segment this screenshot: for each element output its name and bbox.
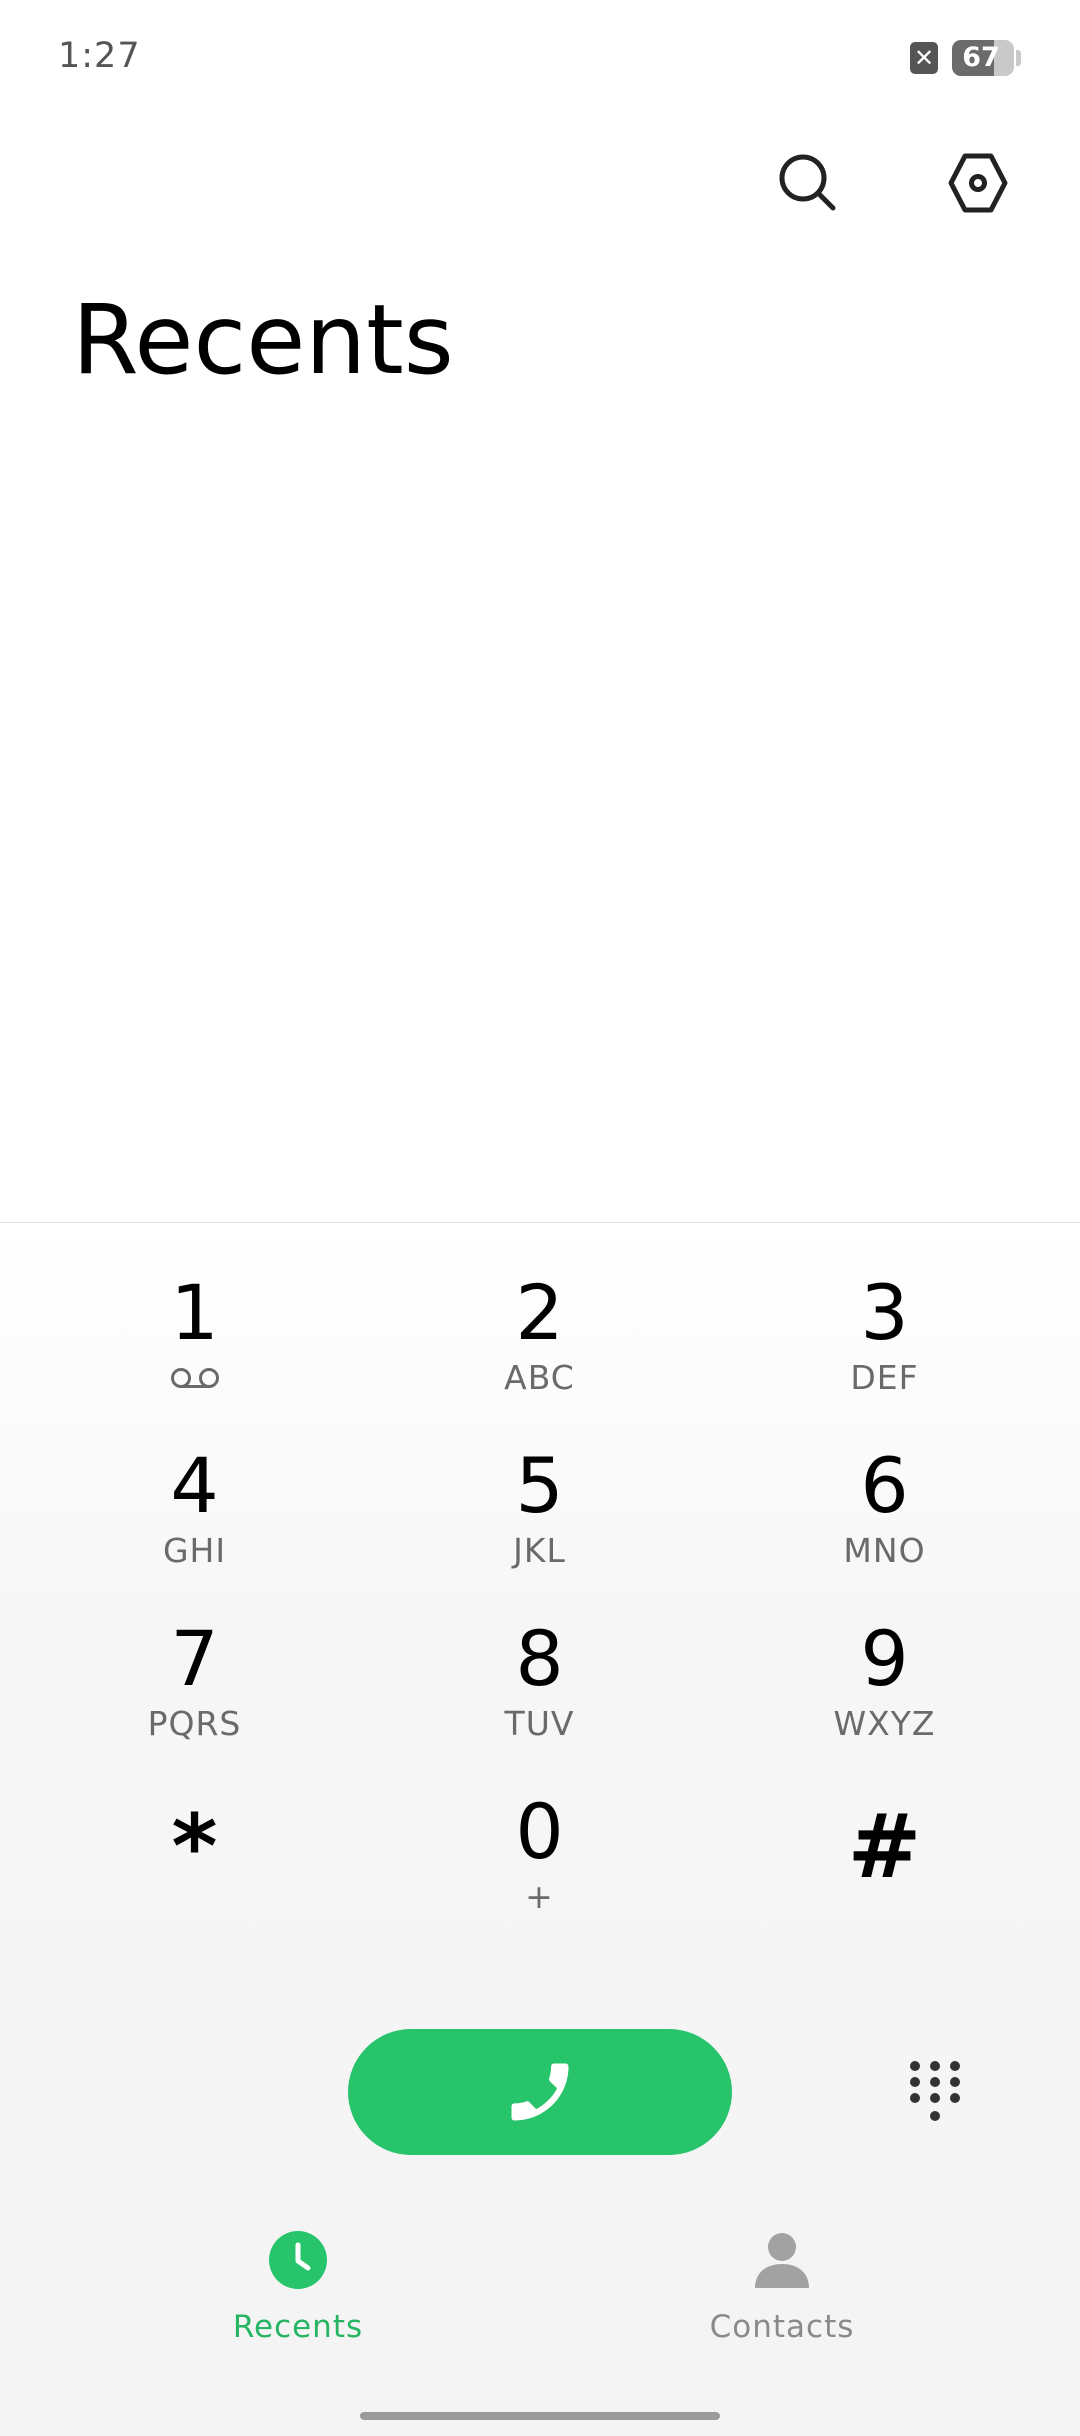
voicemail-icon [169,1358,221,1398]
key-letters: + [525,1877,554,1916]
key-digit: 4 [170,1441,219,1530]
clock-icon [266,2228,330,2292]
key-1[interactable]: 1 [22,1268,367,1441]
dialpad-icon [910,2061,960,2121]
key-digit: 6 [860,1441,909,1530]
settings-button[interactable] [943,148,1013,218]
key-letters: GHI [162,1531,227,1570]
key-2[interactable]: 2 ABC [367,1268,712,1441]
key-letters: DEF [850,1358,919,1397]
keypad: 1 2 ABC 3 DEF 4 GHI 5 JKL 6 MNO 7 PQRS 8… [0,1268,1080,1960]
nav-item-recents[interactable]: Recents [168,2228,428,2346]
key-4[interactable]: 4 GHI [22,1441,367,1614]
key-digit: 2 [515,1268,564,1357]
key-0[interactable]: 0 + [367,1787,712,1960]
key-digit: 7 [170,1614,219,1703]
search-icon [779,154,836,211]
key-letters: JKL [513,1531,566,1570]
page-title: Recents [72,284,454,396]
key-letters: TUV [504,1704,575,1743]
key-letters: PQRS [147,1704,242,1743]
phone-app-screen: 1:27 ✕ 67 Recents 1 2 ABC 3 DEF 4 GHI 5 … [0,0,1080,2436]
key-7[interactable]: 7 PQRS [22,1614,367,1787]
key-hash[interactable]: # [712,1787,1057,1960]
key-digit: 3 [860,1268,909,1357]
key-star[interactable]: * [22,1787,367,1960]
nav-item-contacts[interactable]: Contacts [652,2228,912,2346]
key-digit: # [847,1795,922,1898]
key-6[interactable]: 6 MNO [712,1441,1057,1614]
key-digit: * [171,1795,218,1898]
battery-icon: 67 [952,40,1014,76]
key-digit: 9 [860,1614,909,1703]
phone-icon [511,2063,569,2121]
key-letters: MNO [843,1531,926,1570]
key-8[interactable]: 8 TUV [367,1614,712,1787]
key-digit: 8 [515,1614,564,1703]
key-5[interactable]: 5 JKL [367,1441,712,1614]
key-letters: WXYZ [833,1704,936,1743]
status-time: 1:27 [58,36,141,76]
key-digit: 0 [515,1787,564,1876]
battery-level: 67 [962,42,1000,73]
nav-label-contacts: Contacts [709,2309,855,2345]
nav-label-recents: Recents [232,2309,364,2345]
status-bar: 1:27 ✕ 67 [0,0,1080,110]
key-3[interactable]: 3 DEF [712,1268,1057,1441]
settings-icon [948,153,1008,213]
dialpad-toggle-button[interactable] [898,2045,972,2141]
sim-missing-icon: ✕ [910,42,938,74]
key-letters: ABC [504,1358,575,1397]
key-digit: 5 [515,1441,564,1530]
battery-tip [1016,50,1021,66]
key-digit: 1 [170,1268,219,1357]
bottom-nav: Recents Contacts [0,2228,1080,2368]
key-9[interactable]: 9 WXYZ [712,1614,1057,1787]
home-indicator[interactable] [360,2412,720,2420]
call-button[interactable] [348,2029,732,2155]
person-icon [750,2228,814,2292]
search-button[interactable] [773,148,843,218]
